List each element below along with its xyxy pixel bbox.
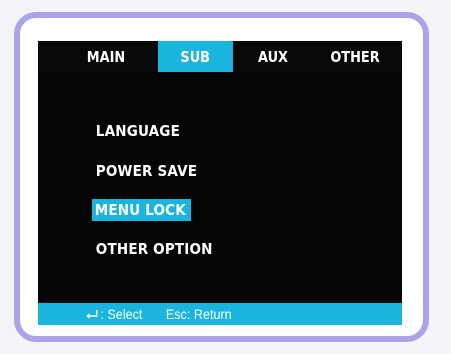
device-screen: MAIN SUB AUX OTHER LANGUAGE POWER SAVE M… — [38, 41, 402, 325]
status-hints: : Select Esc: Return — [86, 303, 232, 325]
menu-item-language[interactable]: LANGUAGE — [94, 120, 182, 142]
menu-item-power-save[interactable]: POWER SAVE — [94, 160, 199, 182]
tab-bar: MAIN SUB AUX OTHER — [38, 41, 402, 72]
menu-item-other-option[interactable]: OTHER OPTION — [94, 238, 214, 260]
menu-item-menu-lock[interactable]: MENU LOCK — [92, 199, 192, 221]
tab-main[interactable]: MAIN — [72, 41, 141, 72]
tab-sub[interactable]: SUB — [158, 41, 233, 72]
return-hint: Esc: Return — [165, 306, 232, 322]
tab-aux[interactable]: AUX — [239, 41, 308, 72]
select-hint: : Select — [100, 306, 143, 322]
enter-key-icon-glyph — [86, 310, 98, 319]
status-bar: : Select Esc: Return — [38, 303, 402, 325]
enter-key-icon — [86, 304, 99, 319]
tab-sub-label: SUB — [180, 48, 211, 66]
tab-other[interactable]: OTHER — [319, 41, 391, 72]
